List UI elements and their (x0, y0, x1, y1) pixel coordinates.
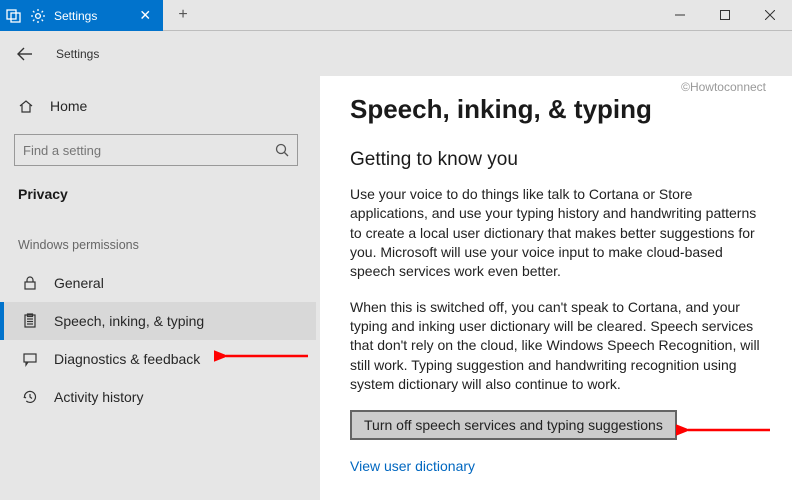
search-icon (275, 143, 289, 157)
tab-title: Settings (54, 9, 97, 23)
task-view-icon (6, 8, 22, 24)
sidebar-item-label: Activity history (54, 389, 143, 405)
sidebar-item-label: General (54, 275, 104, 291)
content-pane: ©Howtoconnect Speech, inking, & typing G… (320, 76, 792, 500)
description-paragraph-1: Use your voice to do things like talk to… (350, 185, 762, 282)
sidebar-item-general[interactable]: General (0, 264, 316, 302)
watermark: ©Howtoconnect (681, 80, 766, 94)
app-topbar: Settings (0, 31, 792, 76)
maximize-button[interactable] (702, 0, 747, 30)
nav-home-label: Home (50, 98, 87, 114)
app-title: Settings (56, 47, 99, 61)
lock-icon (22, 275, 38, 291)
sidebar-item-diagnostics-feedback[interactable]: Diagnostics & feedback (0, 340, 316, 378)
nav-home[interactable]: Home (14, 90, 316, 122)
new-tab-button[interactable]: + (163, 0, 203, 30)
gear-icon (30, 8, 46, 24)
window-titlebar: Settings ✕ + (0, 0, 792, 31)
view-user-dictionary-link[interactable]: View user dictionary (350, 458, 475, 474)
description-paragraph-2: When this is switched off, you can't spe… (350, 298, 762, 395)
sidebar-item-speech-inking-typing[interactable]: Speech, inking, & typing (0, 302, 316, 340)
sidebar-item-activity-history[interactable]: Activity history (0, 378, 316, 416)
search-input[interactable] (23, 143, 275, 158)
sidebar-item-label: Speech, inking, & typing (54, 313, 204, 329)
titlebar-drag-area[interactable] (203, 0, 657, 30)
sidebar: Home Privacy Windows permissions General (0, 76, 320, 500)
tab-settings[interactable]: Settings ✕ (0, 0, 163, 31)
search-box[interactable] (14, 134, 298, 166)
tab-close-button[interactable]: ✕ (135, 7, 155, 24)
turn-off-speech-services-button[interactable]: Turn off speech services and typing sugg… (350, 410, 677, 440)
sidebar-section-title: Privacy (14, 182, 316, 206)
feedback-icon (22, 351, 38, 367)
home-icon (18, 98, 34, 114)
page-title: Speech, inking, & typing (350, 94, 762, 125)
sidebar-group-label: Windows permissions (14, 234, 316, 256)
clipboard-icon (22, 313, 38, 329)
close-button[interactable] (747, 0, 792, 30)
history-icon (22, 389, 38, 405)
minimize-button[interactable] (657, 0, 702, 30)
section-heading: Getting to know you (350, 149, 762, 171)
window-controls (657, 0, 792, 30)
main-area: Home Privacy Windows permissions General (0, 76, 792, 500)
sidebar-item-label: Diagnostics & feedback (54, 351, 200, 367)
back-button[interactable] (14, 43, 36, 65)
